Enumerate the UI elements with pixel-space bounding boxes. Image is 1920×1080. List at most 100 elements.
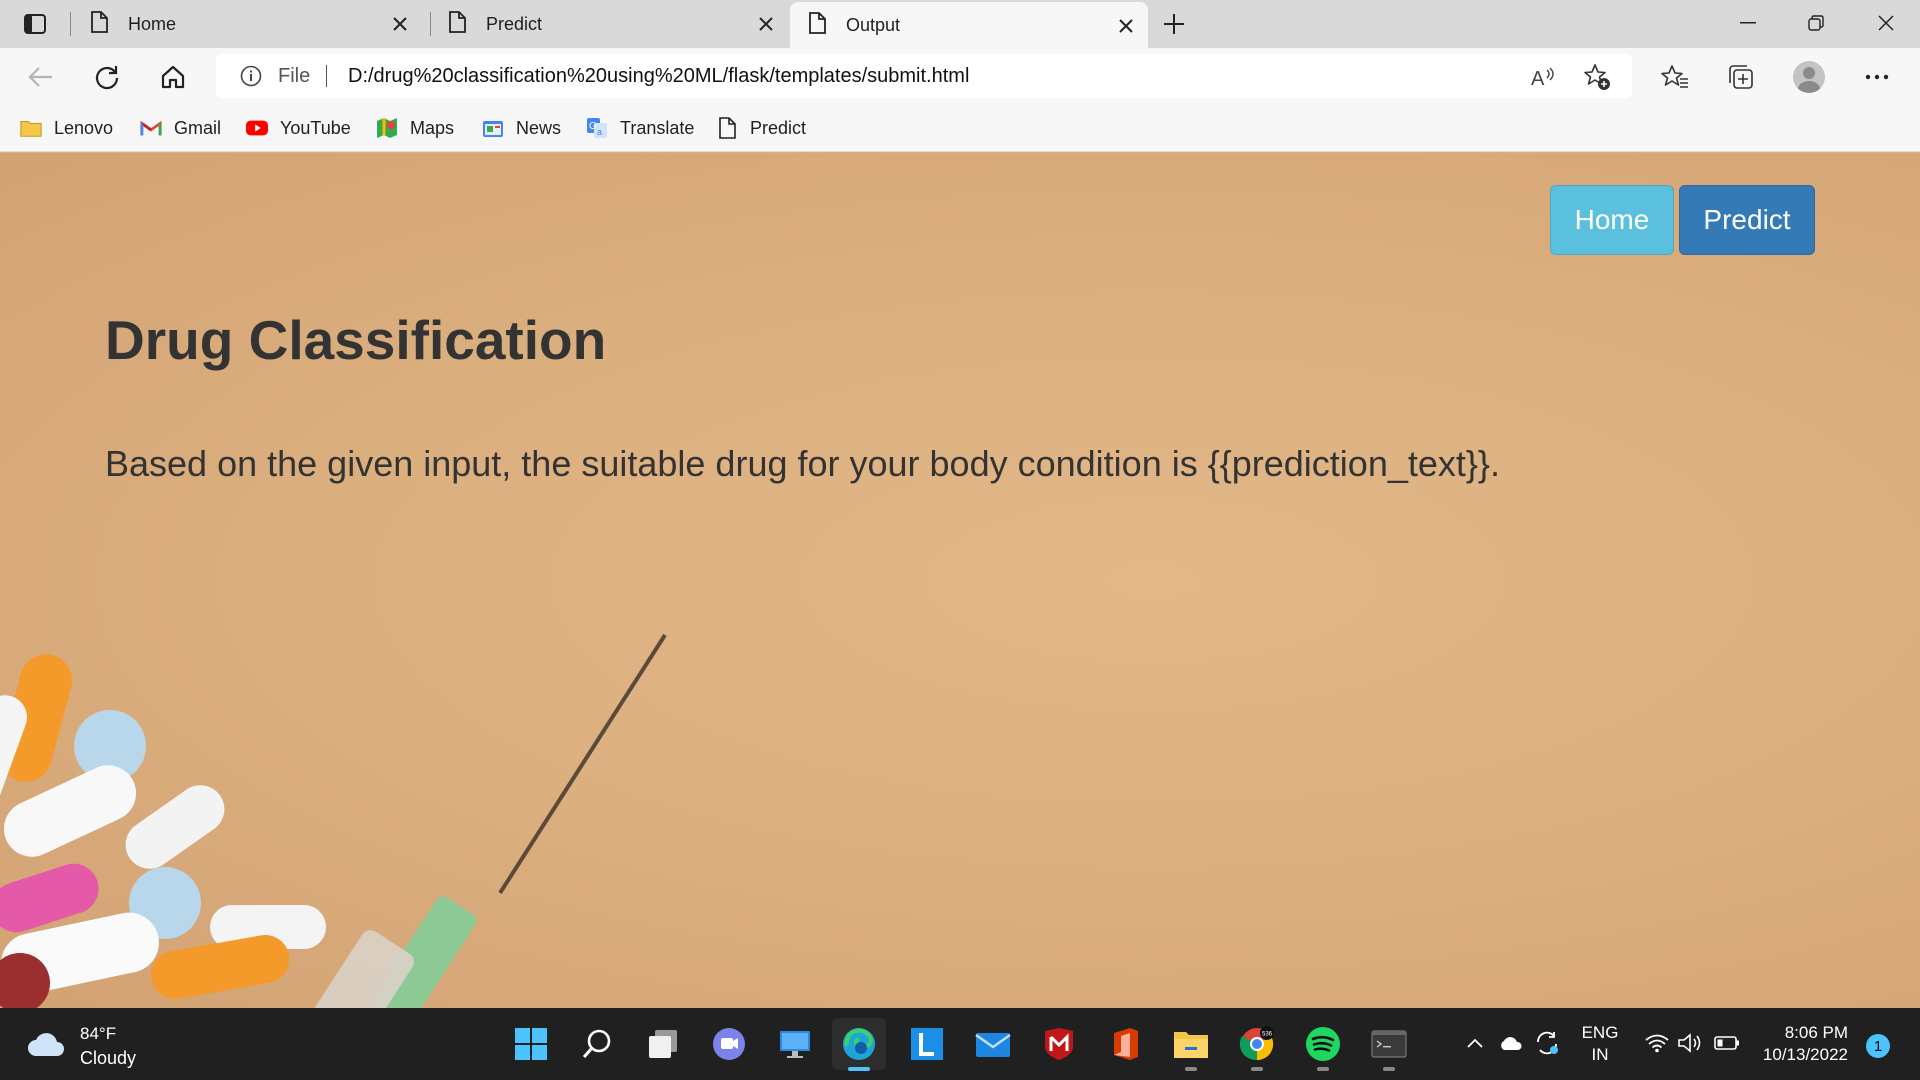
running-indicator bbox=[1185, 1067, 1197, 1071]
bookmark-youtube[interactable]: YouTube bbox=[246, 114, 351, 142]
tab-label: Home bbox=[128, 13, 177, 34]
bookmark-gmail[interactable]: Gmail bbox=[140, 114, 221, 142]
notification-badge[interactable]: 1 bbox=[1866, 1034, 1890, 1058]
tab-predict[interactable]: Predict bbox=[430, 0, 788, 48]
sync-icon[interactable] bbox=[1530, 1026, 1564, 1060]
restore-icon[interactable] bbox=[1782, 0, 1850, 46]
page-icon bbox=[448, 10, 466, 38]
tab-separator bbox=[70, 12, 71, 36]
language-code: ENG bbox=[1581, 1023, 1619, 1042]
running-indicator bbox=[1383, 1067, 1395, 1071]
browser-tab-strip: Home Predict Output bbox=[0, 0, 1920, 48]
search-icon[interactable] bbox=[570, 1018, 624, 1070]
svg-text:A: A bbox=[1531, 68, 1545, 88]
spotify-icon[interactable] bbox=[1296, 1018, 1350, 1071]
info-icon[interactable] bbox=[240, 65, 262, 92]
clock-date: 10/13/2022 bbox=[1762, 1045, 1848, 1064]
page-title: Drug Classification bbox=[105, 309, 607, 371]
youtube-icon bbox=[246, 117, 268, 139]
edge-icon[interactable] bbox=[832, 1018, 886, 1071]
teams-chat-icon[interactable] bbox=[702, 1018, 756, 1070]
collections-icon[interactable] bbox=[1722, 58, 1760, 96]
window-close-icon[interactable] bbox=[1852, 0, 1920, 46]
bookmarks-bar: Lenovo Gmail YouTube Maps News Ga Transl… bbox=[0, 104, 1920, 152]
news-icon bbox=[482, 117, 504, 139]
page-content: Home Predict Drug Classification Based o… bbox=[0, 153, 1920, 1008]
prediction-result-text: Based on the given input, the suitable d… bbox=[105, 443, 1500, 484]
address-bar[interactable]: File D:/drug%20classification%20using%20… bbox=[216, 54, 1632, 98]
nav-predict-button[interactable]: Predict bbox=[1679, 185, 1815, 255]
windows-taskbar: 84°F Cloudy 536 ENG IN 8:06 PM 10/13/202… bbox=[0, 1008, 1920, 1080]
mail-icon[interactable] bbox=[966, 1018, 1020, 1070]
page-icon bbox=[90, 10, 108, 38]
refresh-icon[interactable] bbox=[88, 58, 126, 96]
bookmark-translate[interactable]: Ga Translate bbox=[586, 114, 694, 142]
chevron-up-icon[interactable] bbox=[1458, 1026, 1492, 1060]
url-text[interactable]: D:/drug%20classification%20using%20ML/fl… bbox=[348, 65, 969, 88]
weather-condition: Cloudy bbox=[80, 1048, 137, 1068]
system-clock[interactable]: 8:06 PM 10/13/2022 bbox=[1758, 1022, 1848, 1066]
office-icon[interactable] bbox=[1098, 1018, 1152, 1070]
profile-avatar[interactable] bbox=[1790, 58, 1828, 96]
bookmark-label: Maps bbox=[410, 117, 455, 138]
tab-label: Output bbox=[846, 14, 901, 35]
file-explorer-icon[interactable] bbox=[1164, 1018, 1218, 1071]
volume-icon[interactable] bbox=[1674, 1026, 1708, 1060]
new-tab-plus-icon[interactable] bbox=[1158, 8, 1190, 40]
gmail-icon bbox=[140, 117, 162, 139]
address-divider bbox=[326, 65, 327, 87]
nav-home-button[interactable]: Home bbox=[1550, 185, 1674, 255]
svg-text:G: G bbox=[589, 121, 597, 132]
bookmark-label: Gmail bbox=[174, 117, 222, 138]
lenovo-vantage-icon[interactable] bbox=[900, 1018, 954, 1070]
back-arrow-icon[interactable] bbox=[22, 58, 60, 96]
close-icon[interactable] bbox=[754, 12, 778, 36]
page-icon bbox=[716, 117, 738, 139]
favorites-icon[interactable] bbox=[1656, 58, 1694, 96]
svg-text:a: a bbox=[597, 127, 602, 137]
tab-label: Predict bbox=[486, 13, 543, 34]
tab-actions-icon[interactable] bbox=[14, 9, 56, 39]
close-icon[interactable] bbox=[1114, 14, 1138, 38]
tab-output[interactable]: Output bbox=[790, 2, 1148, 48]
onedrive-icon[interactable] bbox=[1494, 1026, 1528, 1060]
bookmark-predict[interactable]: Predict bbox=[716, 114, 806, 142]
cloud-icon bbox=[26, 1030, 66, 1063]
weather-temp: 84°F bbox=[80, 1024, 117, 1043]
start-icon[interactable] bbox=[504, 1018, 558, 1070]
running-indicator bbox=[1251, 1067, 1263, 1071]
pills-syringe-illustration bbox=[0, 633, 667, 1008]
bookmark-label: Predict bbox=[750, 117, 807, 138]
more-options-icon[interactable] bbox=[1858, 58, 1896, 96]
bookmark-label: YouTube bbox=[280, 117, 351, 138]
add-favorite-icon[interactable] bbox=[1582, 62, 1612, 92]
language-indicator[interactable]: ENG IN bbox=[1578, 1022, 1622, 1066]
browser-toolbar: File D:/drug%20classification%20using%20… bbox=[0, 48, 1920, 104]
chrome-badge: 536 bbox=[1262, 1032, 1273, 1038]
bookmark-maps[interactable]: Maps bbox=[376, 114, 454, 142]
read-aloud-icon[interactable]: A bbox=[1528, 62, 1558, 92]
folder-icon bbox=[20, 117, 42, 139]
tab-home[interactable]: Home bbox=[72, 0, 422, 48]
minimize-icon[interactable] bbox=[1714, 0, 1782, 46]
translate-icon: Ga bbox=[586, 117, 608, 139]
task-view-icon[interactable] bbox=[636, 1018, 690, 1070]
maps-icon bbox=[376, 117, 398, 139]
bookmark-news[interactable]: News bbox=[482, 114, 561, 142]
close-icon[interactable] bbox=[388, 12, 412, 36]
home-icon[interactable] bbox=[154, 58, 192, 96]
wifi-icon[interactable] bbox=[1640, 1026, 1674, 1060]
battery-icon[interactable] bbox=[1710, 1026, 1744, 1060]
active-indicator bbox=[848, 1067, 870, 1071]
terminal-icon[interactable] bbox=[1362, 1018, 1416, 1071]
page-icon bbox=[808, 11, 826, 39]
mcafee-icon[interactable] bbox=[1032, 1018, 1086, 1070]
scheme-label: File bbox=[278, 65, 311, 87]
bookmark-lenovo[interactable]: Lenovo bbox=[20, 114, 113, 142]
region-code: IN bbox=[1591, 1045, 1609, 1064]
remote-desktop-icon[interactable] bbox=[768, 1018, 822, 1070]
running-indicator bbox=[1317, 1067, 1329, 1071]
chrome-icon[interactable]: 536 bbox=[1230, 1018, 1284, 1071]
weather-widget[interactable]: 84°F Cloudy bbox=[26, 1022, 136, 1070]
bookmark-label: News bbox=[516, 117, 562, 138]
